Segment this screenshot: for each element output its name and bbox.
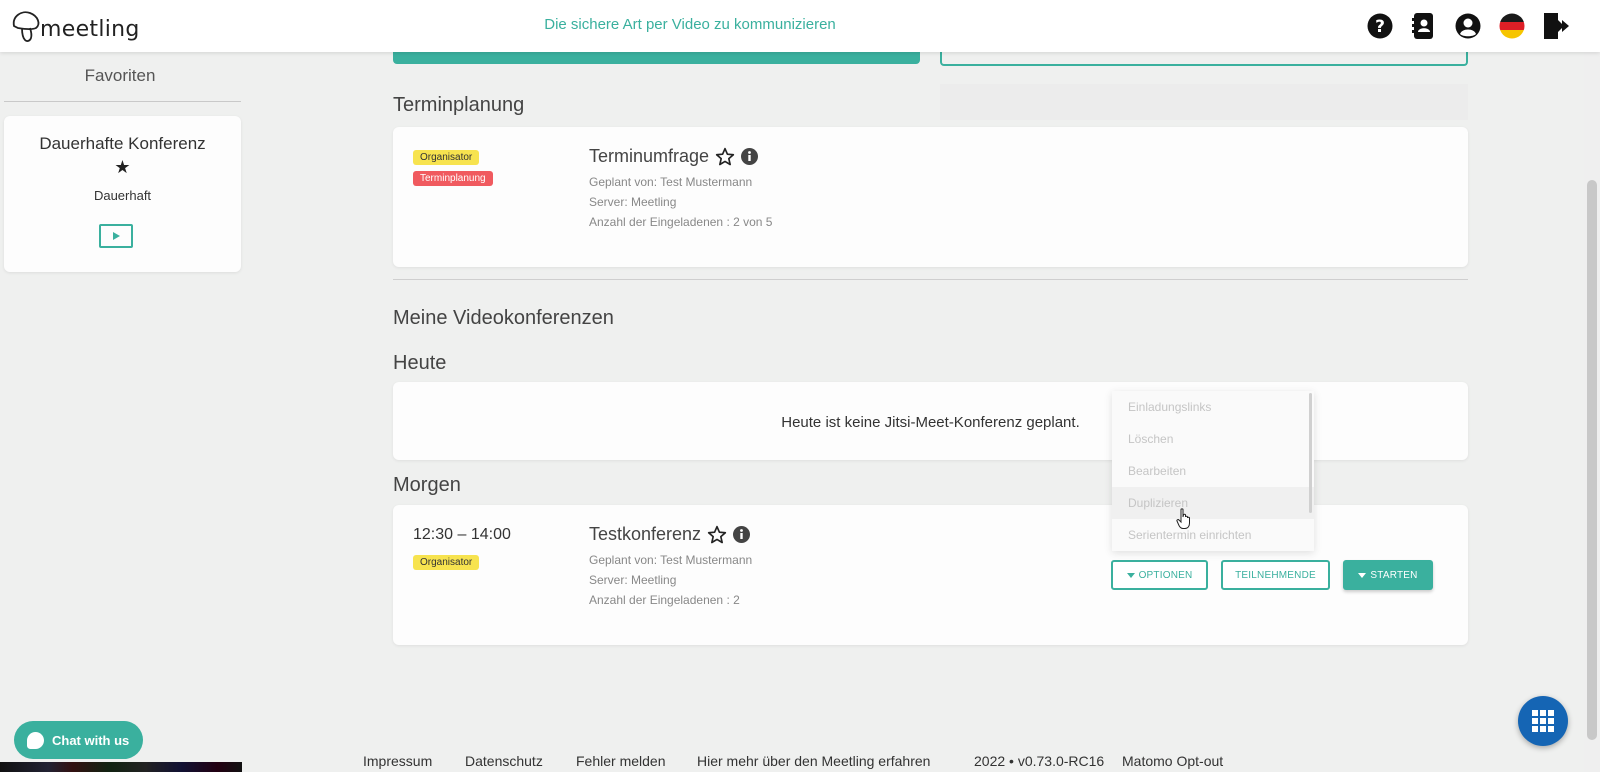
caret-down-icon [1126,572,1135,578]
tomorrow-heading: Morgen [393,474,461,496]
start-button-label: STARTEN [1370,569,1418,581]
poll-title-text: Terminumfrage [589,146,710,166]
apps-grid-button[interactable] [1518,696,1568,746]
favorites-divider [4,101,241,102]
star-icon[interactable]: ★ [4,158,241,176]
dropdown-item-duplicate[interactable]: Duplizieren [1112,487,1314,519]
favorite-card-title: Dauerhafte Konferenz [39,134,206,153]
conference-title-text: Testkonferenz [589,524,702,544]
conference-time: 12:30 – 14:00 [413,526,511,543]
caret-down-icon [1358,572,1367,578]
scheduling-card: Organisator Terminplanung Terminumfrage … [393,127,1468,267]
conference-invited: Anzahl der Eingeladenen : 2 [589,593,740,607]
scheduling-badge: Terminplanung [413,171,493,186]
help-icon[interactable]: ? [1366,12,1394,40]
hand-cursor-icon [1176,508,1190,529]
start-button[interactable]: STARTEN [1343,560,1433,590]
footer-link-privacy[interactable]: Datenschutz [465,753,543,769]
poll-invited: Anzahl der Eingeladenen : 2 von 5 [589,215,773,229]
german-flag-icon[interactable] [1498,12,1526,40]
organizer-badge: Organisator [413,555,480,570]
footer-link-report-bug[interactable]: Fehler melden [576,753,666,769]
grid-icon [1532,710,1554,732]
options-dropdown-menu: Einladungslinks Löschen Bearbeiten Dupli… [1112,391,1314,551]
conference-meta: Geplant von: Test Mustermann Server: Mee… [589,550,752,610]
poll-server: Server: Meetling [589,195,677,209]
conference-server: Server: Meetling [589,573,677,587]
favorite-card[interactable]: Dauerhafte Konferenz ★ Dauerhaft [4,116,241,272]
faded-background-tab [940,84,1468,120]
dropdown-item-recurring[interactable]: Serientermin einrichten [1112,519,1314,551]
poll-planned-by: Geplant von: Test Mustermann [589,175,753,189]
chat-button-label: Chat with us [52,732,130,748]
header-tagline: Die sichere Art per Video zu kommunizier… [544,16,836,33]
star-outline-icon[interactable] [707,525,727,545]
section-divider [393,279,1468,280]
dropdown-item-edit[interactable]: Bearbeiten [1112,455,1314,487]
poll-meta: Geplant von: Test Mustermann Server: Mee… [589,172,772,232]
page-scrollbar[interactable] [1584,52,1600,772]
participants-button[interactable]: TEILNEHMENDE [1221,560,1330,590]
options-button[interactable]: OPTIONEN [1111,560,1208,590]
dropdown-scrollbar[interactable] [1309,393,1312,513]
info-icon[interactable] [733,526,751,543]
today-heading: Heute [393,352,447,374]
info-icon[interactable] [741,148,759,165]
poll-title: Terminumfrage [589,146,759,167]
account-icon[interactable] [1454,12,1482,40]
footer-link-matomo[interactable]: Matomo Opt-out [1122,753,1223,769]
dropdown-item-delete[interactable]: Löschen [1112,423,1314,455]
dropdown-item-invite-links[interactable]: Einladungslinks [1112,391,1314,423]
svg-text:?: ? [1375,17,1385,37]
contacts-icon[interactable] [1410,12,1438,40]
conference-planned-by: Geplant von: Test Mustermann [589,553,753,567]
footer: Impressum Datenschutz Fehler melden Hier… [0,753,1600,772]
conferences-heading: Meine Videokonferenzen [393,307,614,329]
play-button[interactable] [99,224,133,248]
scheduling-heading: Terminplanung [393,94,525,116]
options-button-label: OPTIONEN [1138,569,1193,581]
scrollbar-thumb[interactable] [1587,180,1597,740]
favorite-card-subtitle: Dauerhaft [93,188,152,203]
footer-link-about[interactable]: Hier mehr über den Meetling erfahren [697,753,930,769]
organizer-badge: Organisator [413,150,480,165]
participants-button-label: TEILNEHMENDE [1235,569,1316,581]
star-outline-icon[interactable] [715,147,735,167]
footer-version: 2022 • v0.73.0-RC16 [974,753,1105,769]
header-icons: ? [1366,12,1570,40]
chat-bubble-icon [27,731,44,749]
conference-title: Testkonferenz [589,524,751,545]
top-header: meetling Die sichere Art per Video zu ko… [0,0,1600,52]
footer-link-impressum[interactable]: Impressum [363,753,432,769]
favorites-title: Favoriten [84,66,156,85]
play-icon [113,232,120,240]
logout-icon[interactable] [1542,12,1570,40]
